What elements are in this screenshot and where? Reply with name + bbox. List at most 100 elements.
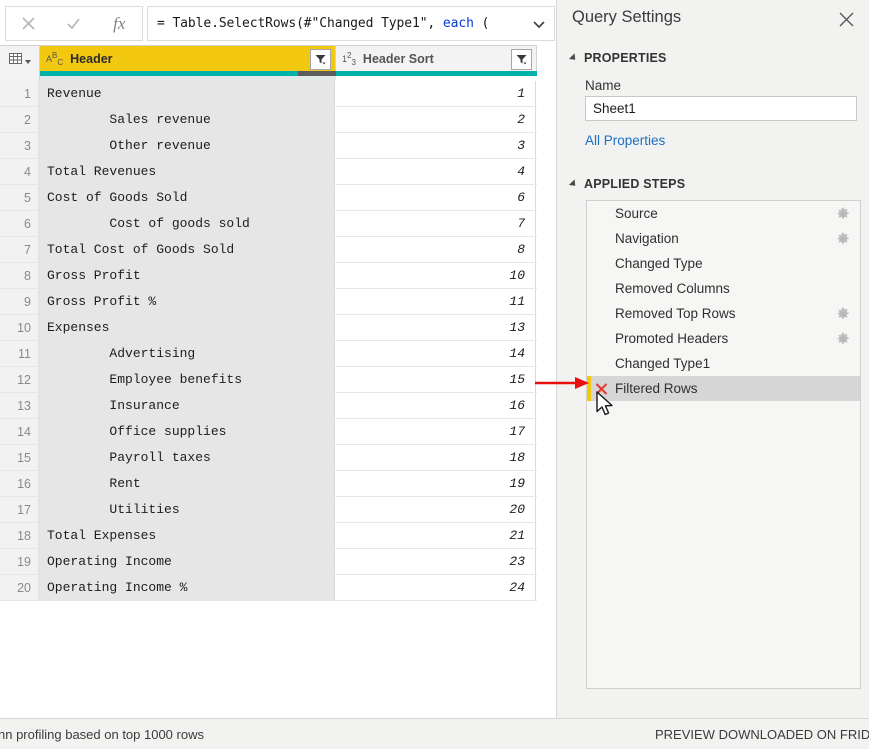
cell-header[interactable]: Sales revenue <box>39 107 335 132</box>
cell-header-sort[interactable]: 19 <box>335 471 536 496</box>
applied-steps-list: SourceNavigation Changed Type Removed Colu… <box>586 200 861 689</box>
applied-step-item[interactable]: Promoted Headers <box>587 326 860 351</box>
table-row[interactable]: 20Operating Income %24 <box>0 575 537 601</box>
applied-step-item[interactable]: Changed Type1 <box>587 351 860 376</box>
row-number: 14 <box>0 419 39 444</box>
cell-header-sort[interactable]: 1 <box>335 81 536 106</box>
formula-bar: fx = Table.SelectRows(#"Changed Type1", … <box>0 0 560 45</box>
table-row[interactable]: 12 Employee benefits15 <box>0 367 537 393</box>
cell-header-sort[interactable]: 18 <box>335 445 536 470</box>
cell-header[interactable]: Other revenue <box>39 133 335 158</box>
cell-header-sort[interactable]: 3 <box>335 133 536 158</box>
cell-header[interactable]: Advertising <box>39 341 335 366</box>
cell-header[interactable]: Insurance <box>39 393 335 418</box>
table-row[interactable]: 17 Utilities20 <box>0 497 537 523</box>
cell-header[interactable]: Office supplies <box>39 419 335 444</box>
cell-header[interactable]: Gross Profit % <box>39 289 335 314</box>
table-row[interactable]: 8Gross Profit10 <box>0 263 537 289</box>
cell-header[interactable]: Total Expenses <box>39 523 335 548</box>
column-header-header-sort[interactable]: 123 Header Sort <box>336 46 537 72</box>
fx-icon[interactable]: fx <box>100 8 138 39</box>
cell-header[interactable]: Employee benefits <box>39 367 335 392</box>
filter-dropdown-icon[interactable] <box>310 49 331 70</box>
applied-step-item[interactable]: Changed Type <box>587 251 860 276</box>
table-row[interactable]: 18Total Expenses21 <box>0 523 537 549</box>
gear-icon[interactable] <box>836 207 850 221</box>
table-row[interactable]: 13 Insurance16 <box>0 393 537 419</box>
filter-dropdown-icon[interactable] <box>511 49 532 70</box>
select-all-table-icon[interactable] <box>0 46 40 72</box>
applied-step-item[interactable]: Source <box>587 201 860 226</box>
table-row[interactable]: 15 Payroll taxes18 <box>0 445 537 471</box>
table-row[interactable]: 4Total Revenues4 <box>0 159 537 185</box>
checkmark-icon[interactable] <box>55 8 93 39</box>
chevron-down-icon[interactable] <box>531 16 547 32</box>
properties-section-header[interactable]: PROPERTIES <box>571 51 667 65</box>
mouse-pointer-cursor <box>596 391 616 419</box>
close-x-icon[interactable] <box>10 8 48 39</box>
all-properties-link[interactable]: All Properties <box>585 133 665 148</box>
row-number: 18 <box>0 523 39 548</box>
table-row[interactable]: 10Expenses13 <box>0 315 537 341</box>
applied-step-item[interactable]: Filtered Rows <box>587 376 860 401</box>
applied-steps-section-header[interactable]: APPLIED STEPS <box>571 177 685 191</box>
cell-header[interactable]: Utilities <box>39 497 335 522</box>
table-row[interactable]: 1Revenue1 <box>0 81 537 107</box>
row-number: 9 <box>0 289 39 314</box>
cell-header-sort[interactable]: 4 <box>335 159 536 184</box>
table-row[interactable]: 3 Other revenue3 <box>0 133 537 159</box>
cell-header[interactable]: Payroll taxes <box>39 445 335 470</box>
applied-step-item[interactable]: Removed Top Rows <box>587 301 860 326</box>
row-number: 13 <box>0 393 39 418</box>
cell-header-sort[interactable]: 8 <box>335 237 536 262</box>
table-row[interactable]: 6 Cost of goods sold7 <box>0 211 537 237</box>
column-header-header[interactable]: ABC Header <box>40 46 336 72</box>
table-row[interactable]: 2 Sales revenue2 <box>0 107 537 133</box>
cell-header[interactable]: Total Cost of Goods Sold <box>39 237 335 262</box>
applied-step-label: Changed Type <box>615 256 703 271</box>
cell-header-sort[interactable]: 7 <box>335 211 536 236</box>
cell-header[interactable]: Revenue <box>39 81 335 106</box>
cell-header-sort[interactable]: 13 <box>335 315 536 340</box>
applied-step-item[interactable]: Removed Columns <box>587 276 860 301</box>
table-row[interactable]: 5Cost of Goods Sold6 <box>0 185 537 211</box>
cell-header-sort[interactable]: 24 <box>335 575 536 600</box>
gear-icon[interactable] <box>836 332 850 346</box>
row-number: 10 <box>0 315 39 340</box>
cell-header[interactable]: Rent <box>39 471 335 496</box>
table-row[interactable]: 7Total Cost of Goods Sold8 <box>0 237 537 263</box>
applied-step-item[interactable]: Navigation <box>587 226 860 251</box>
cell-header-sort[interactable]: 17 <box>335 419 536 444</box>
collapse-triangle-icon <box>569 53 578 62</box>
cell-header-sort[interactable]: 20 <box>335 497 536 522</box>
gear-icon[interactable] <box>836 232 850 246</box>
cell-header-sort[interactable]: 10 <box>335 263 536 288</box>
chevron-down-icon[interactable] <box>25 60 31 64</box>
table-row[interactable]: 14 Office supplies17 <box>0 419 537 445</box>
cell-header-sort[interactable]: 2 <box>335 107 536 132</box>
cell-header[interactable]: Operating Income <box>39 549 335 574</box>
cell-header[interactable]: Operating Income % <box>39 575 335 600</box>
cell-header-sort[interactable]: 14 <box>335 341 536 366</box>
number-type-icon: 123 <box>342 51 356 67</box>
cell-header[interactable]: Total Revenues <box>39 159 335 184</box>
formula-input[interactable]: = Table.SelectRows(#"Changed Type1", eac… <box>147 6 555 41</box>
cell-header[interactable]: Cost of goods sold <box>39 211 335 236</box>
gear-icon[interactable] <box>836 307 850 321</box>
cell-header-sort[interactable]: 11 <box>335 289 536 314</box>
cell-header[interactable]: Gross Profit <box>39 263 335 288</box>
table-row[interactable]: 9Gross Profit %11 <box>0 289 537 315</box>
formula-suffix: ( <box>474 16 489 31</box>
cell-header-sort[interactable]: 6 <box>335 185 536 210</box>
table-row[interactable]: 11 Advertising14 <box>0 341 537 367</box>
query-name-input[interactable]: Sheet1 <box>585 96 857 121</box>
cell-header[interactable]: Cost of Goods Sold <box>39 185 335 210</box>
cell-header-sort[interactable]: 16 <box>335 393 536 418</box>
cell-header-sort[interactable]: 23 <box>335 549 536 574</box>
table-row[interactable]: 16 Rent19 <box>0 471 537 497</box>
cell-header-sort[interactable]: 21 <box>335 523 536 548</box>
table-row[interactable]: 19Operating Income23 <box>0 549 537 575</box>
close-icon[interactable] <box>835 8 857 30</box>
cell-header[interactable]: Expenses <box>39 315 335 340</box>
cell-header-sort[interactable]: 15 <box>335 367 536 392</box>
